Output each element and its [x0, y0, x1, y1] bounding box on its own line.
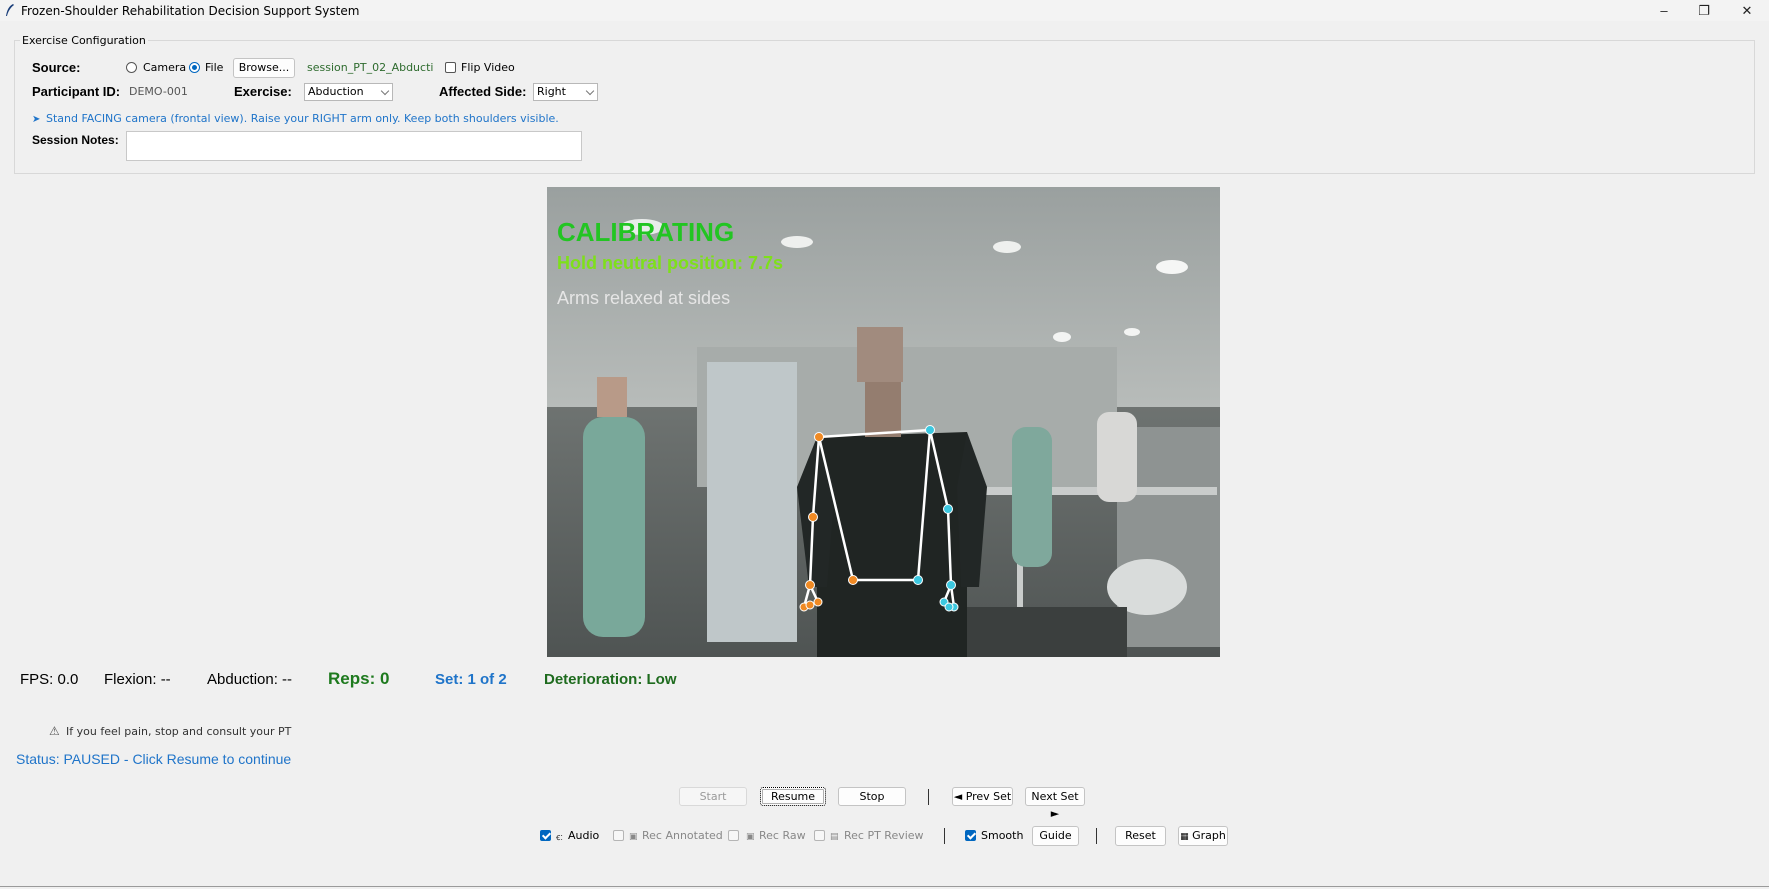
rec-pt-review-checkbox[interactable] [814, 830, 825, 841]
close-button[interactable]: ✕ [1729, 1, 1765, 21]
video-feed: CALIBRATING Hold neutral position: 7.7s … [547, 187, 1220, 657]
rec-annotated-label[interactable]: Rec Annotated [642, 829, 723, 842]
graph-button-label: Graph [1192, 829, 1226, 842]
source-label: Source: [32, 60, 81, 75]
clipboard-icon: ▤ [830, 831, 839, 841]
warning-icon: ⚠ [49, 724, 60, 738]
maximize-button[interactable]: ❐ [1686, 1, 1722, 21]
rec-raw-label[interactable]: Rec Raw [759, 829, 806, 842]
guide-button[interactable]: Guide [1032, 826, 1079, 846]
audio-checkbox[interactable] [540, 830, 551, 841]
camera-radio-label[interactable]: Camera [143, 61, 186, 74]
speaker-icon: ꞓ: [556, 832, 563, 842]
window-title: Frozen-Shoulder Rehabilitation Decision … [21, 4, 360, 18]
rec-raw-checkbox[interactable] [728, 830, 739, 841]
file-name-label: session_PT_02_Abducti [307, 61, 434, 74]
participant-id-label: Participant ID: [32, 84, 121, 99]
set-counter: Set: 1 of 2 [435, 671, 507, 688]
camera-radio[interactable] [126, 62, 137, 73]
stop-button[interactable]: Stop [838, 787, 906, 806]
resume-button[interactable]: Resume [760, 787, 826, 806]
flip-video-label[interactable]: Flip Video [461, 61, 515, 74]
chevron-down-icon [380, 86, 390, 96]
pointer-arrow-icon: ➤ [32, 114, 41, 125]
start-button[interactable]: Start [679, 787, 747, 806]
audio-label[interactable]: Audio [568, 829, 599, 842]
session-notes-label: Session Notes: [32, 133, 119, 147]
session-notes-input[interactable] [126, 131, 582, 161]
minimize-button[interactable]: – [1646, 1, 1682, 21]
pain-warning: If you feel pain, stop and consult your … [66, 725, 292, 738]
chart-icon: ▦ [1180, 832, 1189, 842]
calibrating-overlay-title: CALIBRATING [557, 217, 735, 247]
record-icon: ▣ [629, 831, 638, 841]
divider [944, 828, 945, 844]
smooth-label[interactable]: Smooth [981, 829, 1023, 842]
window-bottom-edge [0, 886, 1769, 887]
divider [1096, 828, 1097, 844]
divider [928, 789, 929, 805]
affected-side-select[interactable]: Right [533, 83, 598, 101]
browse-button[interactable]: Browse... [233, 58, 295, 78]
next-set-button[interactable]: Next Set ► [1025, 787, 1085, 820]
exercise-instruction: Stand FACING camera (frontal view). Rais… [46, 112, 559, 125]
deterioration-status: Deterioration: Low [544, 671, 677, 688]
chevron-down-icon [585, 86, 595, 96]
reps-counter: Reps: 0 [328, 669, 390, 688]
exercise-select-value: Abduction [308, 85, 364, 98]
flexion-readout: Flexion: -- [104, 671, 171, 688]
feather-icon [6, 4, 14, 16]
prev-set-button[interactable]: ◄ Prev Set [952, 787, 1013, 806]
smooth-checkbox[interactable] [965, 830, 976, 841]
affected-side-value: Right [537, 85, 566, 98]
graph-button[interactable]: ▦ Graph [1178, 826, 1228, 846]
reset-button[interactable]: Reset [1115, 826, 1166, 846]
session-status: Status: PAUSED - Click Resume to continu… [16, 751, 292, 767]
file-radio[interactable] [189, 62, 200, 73]
rec-annotated-checkbox[interactable] [613, 830, 624, 841]
exercise-label: Exercise: [234, 84, 292, 99]
hold-position-overlay: Hold neutral position: 7.7s [557, 253, 784, 273]
participant-id-input[interactable]: DEMO-001 [126, 82, 219, 102]
flip-video-checkbox[interactable] [445, 62, 456, 73]
rec-pt-review-label[interactable]: Rec PT Review [844, 829, 924, 842]
arms-relaxed-overlay: Arms relaxed at sides [557, 288, 731, 308]
title-bar: Frozen-Shoulder Rehabilitation Decision … [0, 0, 1769, 21]
fps-readout: FPS: 0.0 [20, 671, 79, 688]
record-icon: ▣ [746, 831, 755, 841]
file-radio-label[interactable]: File [205, 61, 223, 74]
affected-side-label: Affected Side: [439, 84, 527, 99]
exercise-config-legend: Exercise Configuration [20, 34, 148, 47]
abduction-readout: Abduction: -- [207, 671, 293, 688]
exercise-select[interactable]: Abduction [304, 83, 393, 101]
